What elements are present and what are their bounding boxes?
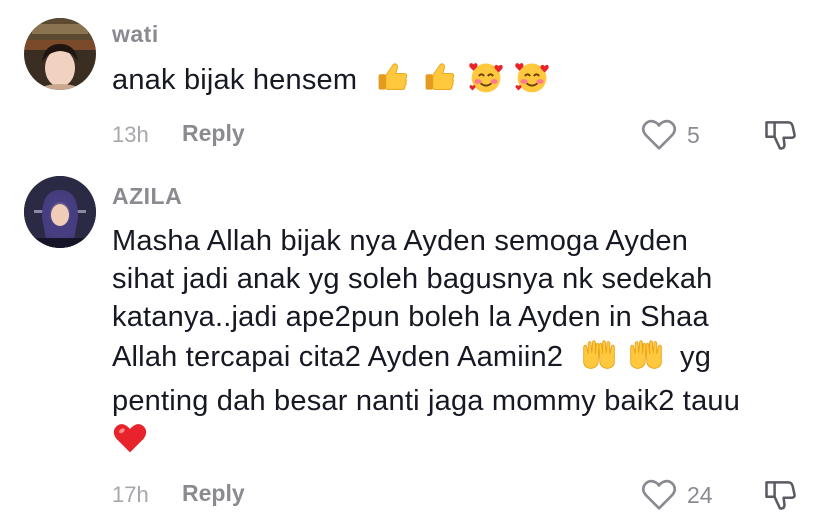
heart-outline-icon (640, 476, 678, 514)
avatar[interactable] (24, 176, 96, 248)
red-heart-icon (112, 420, 148, 466)
comment-author[interactable]: wati (112, 21, 159, 48)
thumbs-up-icon (375, 59, 411, 105)
comment-line: katanya..jadi ape2pun boleh la Ayden in … (112, 301, 709, 333)
comment-meta: 13h Reply 5 (112, 116, 812, 156)
dislike-button[interactable] (762, 117, 798, 158)
reply-button[interactable]: Reply (182, 480, 245, 507)
palms-up-together-icon (628, 336, 664, 382)
comment-line: Masha Allah bijak nya Ayden semoga Ayden (112, 225, 689, 257)
smiling-face-with-hearts-icon (514, 59, 550, 105)
comment-item: wati anak bijak hensem 13h Reply 5 (0, 0, 827, 160)
thumbs-down-icon (762, 477, 798, 513)
like-count: 24 (687, 482, 713, 508)
comment-timestamp: 13h (112, 122, 149, 147)
comment-line-emoji (112, 420, 802, 466)
comment-meta: 17h Reply 24 (112, 476, 812, 516)
reply-button[interactable]: Reply (182, 120, 245, 147)
comment-timestamp: 17h (112, 482, 149, 507)
comment-line-with-emoji: Allah tercapai cita2 Ayden Aamiin2 yg (112, 336, 802, 382)
comment-text-body: anak bijak hensem (112, 64, 358, 96)
smiling-face-with-hearts-icon (468, 59, 504, 105)
comment-author[interactable]: AZILA (112, 183, 182, 210)
dislike-button[interactable] (762, 477, 798, 518)
avatar[interactable] (24, 18, 96, 90)
like-button[interactable] (640, 116, 678, 159)
heart-outline-icon (640, 116, 678, 154)
comment-line: sihat jadi anak yg soleh bagusnya nk sed… (112, 263, 713, 295)
comment-item: AZILA Masha Allah bijak nya Ayden semoga… (0, 160, 827, 523)
like-button[interactable] (640, 476, 678, 519)
thumbs-down-icon (762, 117, 798, 153)
comment-line: yg (680, 341, 712, 373)
comment-line: Allah tercapai cita2 Ayden Aamiin2 (112, 341, 564, 373)
palms-up-together-icon (581, 336, 617, 382)
comment-line: penting dah besar nanti jaga mommy baik2… (112, 385, 741, 417)
comment-text: Masha Allah bijak nya Ayden semoga Ayden… (112, 222, 802, 466)
comment-text: anak bijak hensem (112, 59, 802, 105)
thumbs-up-icon (422, 59, 458, 105)
like-count: 5 (687, 122, 700, 148)
